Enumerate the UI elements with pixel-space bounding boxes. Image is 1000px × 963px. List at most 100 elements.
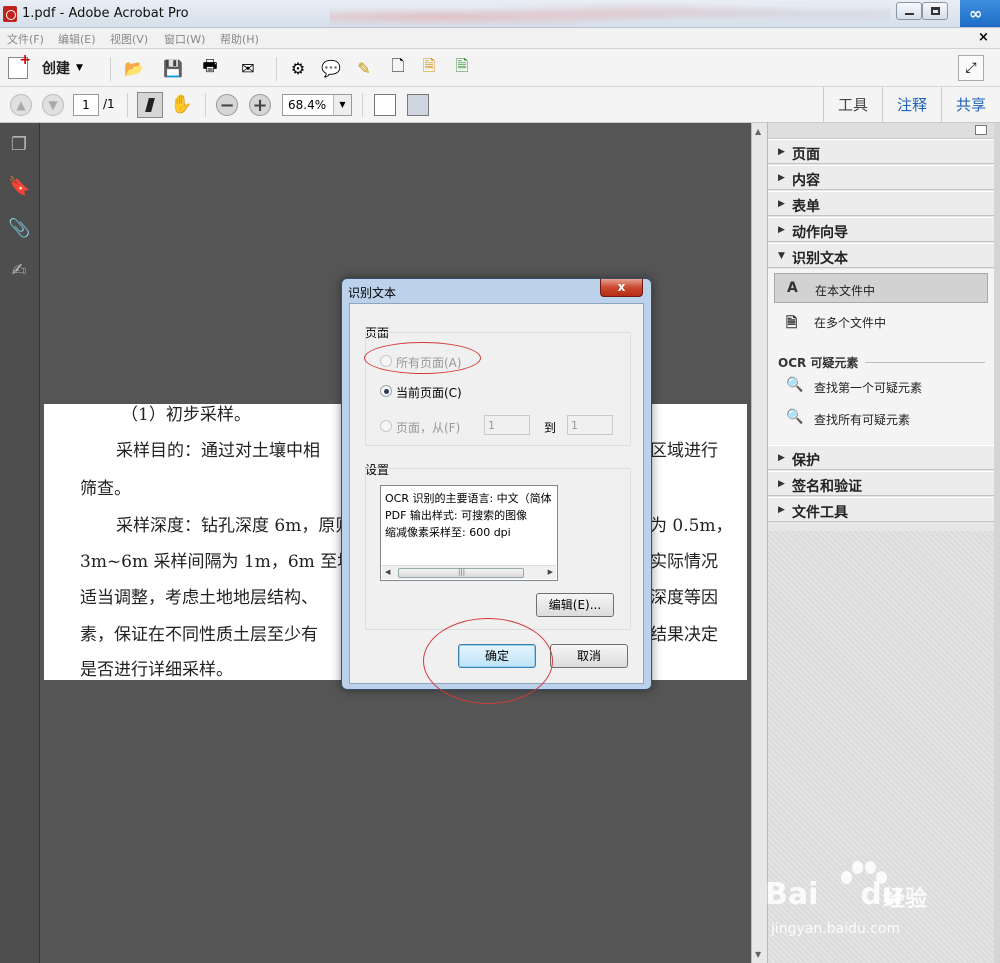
create-button[interactable]: 创建 ▼ xyxy=(8,52,83,79)
attachment-icon[interactable]: 📎 xyxy=(8,218,30,240)
ocr-in-multiple-files[interactable]: 🗎 在多个文件中 xyxy=(774,306,988,336)
fit-width-icon[interactable] xyxy=(374,94,396,116)
tab-tools[interactable]: 工具 xyxy=(822,87,882,123)
zoom-out-icon[interactable]: − xyxy=(216,94,238,116)
chevron-right-icon: ▶ xyxy=(778,505,785,515)
settings-line: PDF 输出样式: 可搜索的图像 xyxy=(385,509,528,522)
highlight-icon[interactable]: ✎ xyxy=(353,57,375,79)
task-pane-tabs: 工具 注释 共享 xyxy=(822,87,1000,123)
chevron-right-icon: ▶ xyxy=(778,225,785,235)
scroll-right-icon[interactable]: ▶ xyxy=(548,568,553,576)
document-sign-icon[interactable]: 🗎 xyxy=(451,56,473,79)
section-label: 识别文本 xyxy=(792,251,848,267)
edit-settings-button[interactable]: 编辑(E)... xyxy=(536,593,614,617)
range-to-label: 到 xyxy=(544,421,557,435)
radio-button[interactable] xyxy=(380,385,392,397)
scroll-up-icon[interactable]: ▲ xyxy=(755,127,761,136)
panel-section-pages[interactable]: ▶ 页面 xyxy=(768,139,995,164)
signature-icon[interactable]: ✍ xyxy=(8,260,30,282)
save-icon[interactable]: 💾 xyxy=(162,57,184,79)
document-scrollbar[interactable]: ▲ ▼ xyxy=(751,123,767,963)
dialog-close-button[interactable]: x xyxy=(600,279,643,297)
doc-line: 筛查。 xyxy=(80,479,131,499)
title-bar-background xyxy=(330,0,890,28)
toolbar-divider xyxy=(276,57,277,81)
document-export-icon[interactable]: 🗎 xyxy=(418,56,440,79)
find-all-suspects[interactable]: 🔍 查找所有可疑元素 xyxy=(774,403,988,433)
scrollbar-grip-icon: ||| xyxy=(458,568,466,576)
chevron-down-icon: ▼ xyxy=(778,251,785,261)
section-label: 保护 xyxy=(792,453,820,469)
document-text-icon: 🗎 xyxy=(786,315,798,331)
open-folder-icon[interactable]: 📂 xyxy=(123,57,145,79)
print-icon[interactable]: 🖶 xyxy=(199,56,221,79)
section-label: 签名和验证 xyxy=(792,479,862,495)
menu-file[interactable]: 文件(F) xyxy=(7,31,44,47)
cancel-button[interactable]: 取消 xyxy=(550,644,628,668)
previous-page-icon[interactable]: ▲ xyxy=(10,94,32,116)
menu-view[interactable]: 视图(V) xyxy=(110,31,148,47)
zoom-select[interactable]: 68.4% ▼ xyxy=(282,94,352,116)
ocr-item-label: 查找所有可疑元素 xyxy=(814,413,911,427)
range-to-input[interactable]: 1 xyxy=(567,415,613,435)
panel-section-sign-certify[interactable]: ▶ 签名和验证 xyxy=(768,471,995,496)
range-from-input[interactable]: 1 xyxy=(484,415,530,435)
menu-help[interactable]: 帮助(H) xyxy=(220,31,259,47)
ok-button[interactable]: 确定 xyxy=(458,644,536,668)
cloud-button[interactable]: ∞ xyxy=(960,0,1000,27)
maximize-icon xyxy=(931,7,940,15)
chevron-right-icon: ▶ xyxy=(778,199,785,209)
chevron-down-icon: ▼ xyxy=(76,63,83,73)
title-bar: 1.pdf - Adobe Acrobat Pro ∞ xyxy=(0,0,1000,28)
find-first-suspect[interactable]: 🔍 查找第一个可疑元素 xyxy=(774,371,988,401)
dialog-title: 识别文本 xyxy=(348,286,397,300)
bookmark-icon[interactable]: 🔖 xyxy=(8,176,30,198)
maximize-button[interactable] xyxy=(922,2,948,20)
watermark-brand-part1: Bai xyxy=(765,877,819,912)
expand-icon[interactable]: ⤢ xyxy=(958,55,984,81)
tab-comment[interactable]: 注释 xyxy=(881,87,941,123)
chevron-right-icon: ▶ xyxy=(778,173,785,183)
panel-section-forms[interactable]: ▶ 表单 xyxy=(768,191,995,216)
menu-edit[interactable]: 编辑(E) xyxy=(58,31,96,47)
panel-section-action-wizard[interactable]: ▶ 动作向导 xyxy=(768,217,995,242)
panel-section-protect[interactable]: ▶ 保护 xyxy=(768,445,995,470)
settings-horizontal-scrollbar[interactable]: ◀ ||| ▶ xyxy=(382,565,556,579)
panel-section-recognize-text[interactable]: ▼ 识别文本 xyxy=(768,243,995,268)
heading-divider xyxy=(865,362,985,363)
ocr-in-this-file[interactable]: A 在本文件中 xyxy=(774,273,988,303)
radio-button[interactable] xyxy=(380,355,392,367)
create-pdf-icon xyxy=(8,52,31,79)
tab-share[interactable]: 共享 xyxy=(940,87,1000,123)
minimize-button[interactable] xyxy=(896,2,922,20)
zoom-in-icon[interactable]: + xyxy=(249,94,271,116)
panel-section-document-processing[interactable]: ▶ 文件工具 xyxy=(768,497,995,522)
comment-icon[interactable]: 💬 xyxy=(320,57,342,79)
close-document-icon[interactable]: × xyxy=(978,30,989,45)
gear-icon[interactable]: ⚙ xyxy=(287,57,309,79)
fit-page-icon[interactable] xyxy=(407,94,429,116)
panel-section-content[interactable]: ▶ 内容 xyxy=(768,165,995,190)
doc-line: 结果决定 xyxy=(650,625,718,645)
hand-tool-icon[interactable]: ✋ xyxy=(170,94,192,115)
email-icon[interactable]: ✉ xyxy=(237,57,259,79)
document-remove-icon[interactable]: 🗋 xyxy=(387,56,409,79)
radio-button[interactable] xyxy=(380,420,392,432)
next-page-icon[interactable]: ▼ xyxy=(42,94,64,116)
radio-label: 页面，从(F) xyxy=(396,421,461,435)
pages-icon[interactable]: ❐ xyxy=(8,134,30,156)
radio-label: 所有页面(A) xyxy=(396,356,462,370)
radio-label: 当前页面(C) xyxy=(396,386,462,400)
page-number-input[interactable]: 1 xyxy=(73,94,99,116)
settings-summary-list[interactable]: OCR 识别的主要语言: 中文（简体 PDF 输出样式: 可搜索的图像 缩减像素… xyxy=(380,485,558,581)
create-label: 创建 xyxy=(42,61,70,77)
scroll-left-icon[interactable]: ◀ xyxy=(385,568,390,576)
recognize-text-dialog: 识别文本 x 页面 所有页面(A) 当前页面(C) 页面，从(F) 1 到 1 … xyxy=(341,278,652,690)
pane-options-icon[interactable] xyxy=(975,125,987,135)
menu-window[interactable]: 窗口(W) xyxy=(164,31,205,47)
select-tool-icon[interactable] xyxy=(137,92,163,118)
scroll-down-icon[interactable]: ▼ xyxy=(755,950,761,959)
pane-scrollbar[interactable] xyxy=(994,123,1000,963)
section-label: 表单 xyxy=(792,199,820,215)
page-total: /1 xyxy=(103,97,115,111)
